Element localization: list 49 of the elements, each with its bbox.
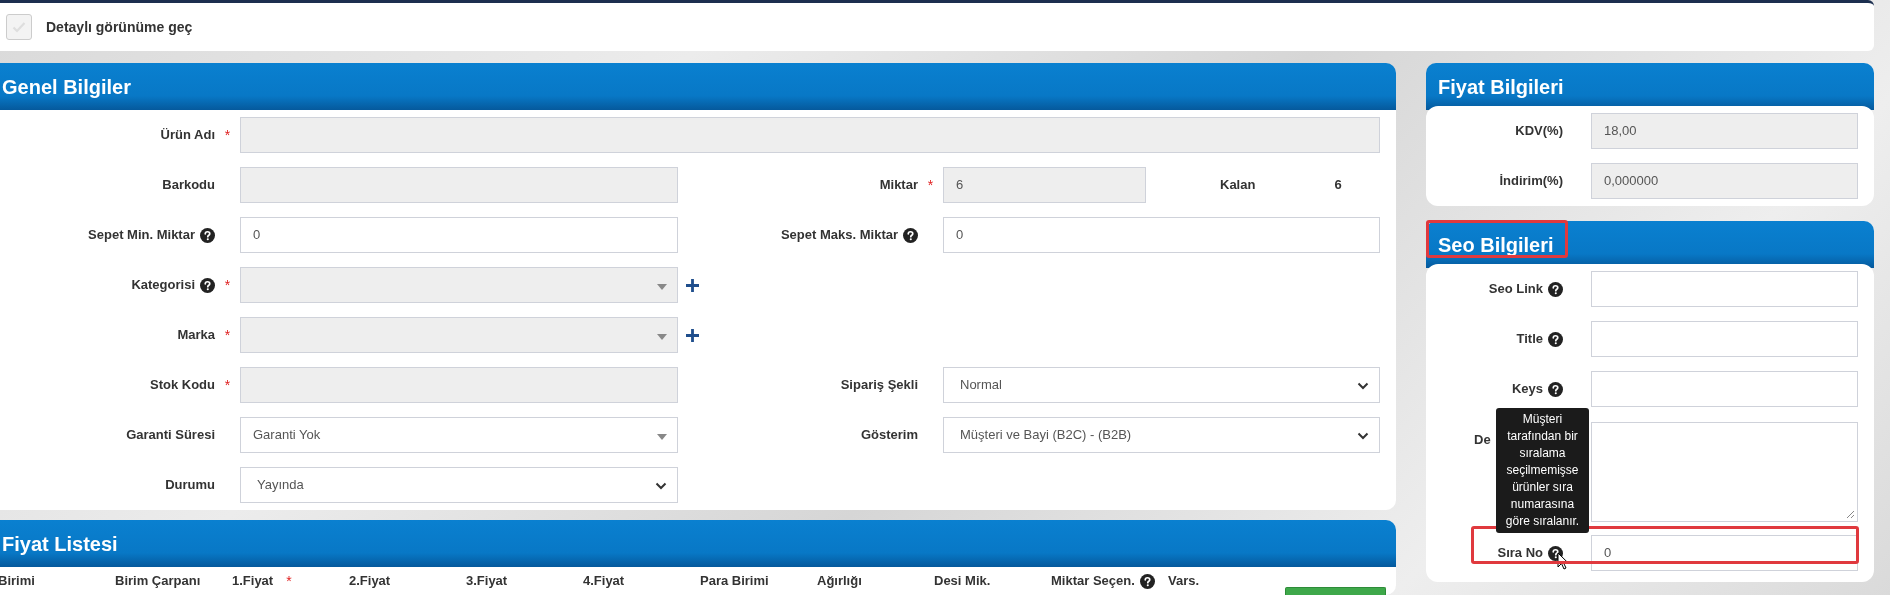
field-label: KDV(%) [1515, 122, 1563, 141]
panel-title: Genel Bilgiler [1, 74, 131, 100]
field-value: 6 [1334, 176, 1342, 195]
dropdown[interactable]: Normal [943, 367, 1380, 403]
required-mark: * [286, 571, 292, 591]
dropdown[interactable]: Müşteri ve Bayi (B2C) - (B2B) [943, 417, 1380, 453]
column-header: Ağırlığı [817, 572, 862, 591]
field-label: Marka [177, 326, 215, 345]
panel-title: Fiyat Listesi [1, 531, 118, 557]
field-label: İndirim(%) [1499, 172, 1563, 191]
column-header: 3.Fiyat [466, 572, 508, 591]
field-label: Sipariş Şekli [840, 376, 918, 395]
column-header: Para Birimi [700, 572, 769, 591]
field-label: Kategorisi [131, 276, 195, 295]
field-label: Kalan [1220, 176, 1256, 195]
column-header: Vars. [1168, 572, 1200, 591]
field-label: Sepet Min. Miktar [88, 226, 195, 245]
field-label: De [1474, 431, 1491, 449]
panel-title: Fiyat Bilgileri [1437, 74, 1564, 100]
column-header: 4.Fiyat [583, 572, 625, 591]
column-header: Birim Çarpanı [115, 572, 201, 591]
column-header: 1.Fiyat [232, 572, 274, 591]
dropdown[interactable]: Garanti Yok [240, 417, 678, 453]
field-label: Sıra No [1497, 544, 1543, 563]
field-label: Stok Kodu [150, 376, 215, 395]
field-label: Garanti Süresi [126, 426, 215, 445]
field-label: Barkodu [162, 176, 215, 195]
required-mark: * [224, 375, 231, 395]
required-mark: * [224, 275, 231, 295]
required-mark: * [927, 175, 934, 195]
tooltip: Müşteri tarafından bir sıralama seçilmemişse ürünler sıra numarasına göre sıralanır. [1496, 408, 1589, 533]
field-label: Miktar [879, 176, 918, 195]
field-label: Seo Link [1488, 280, 1543, 299]
column-header: Desi Mik. [934, 572, 991, 591]
column-header: 2.Fiyat [349, 572, 391, 591]
field-label: Keys [1511, 380, 1543, 399]
column-header: Miktar Seçen. [1051, 572, 1135, 591]
field-label: Durumu [165, 476, 215, 495]
dropdown[interactable]: Yayında [240, 467, 678, 503]
field-label: Title [1516, 330, 1543, 349]
required-mark: * [224, 125, 231, 145]
input-field[interactable]: 0 [943, 217, 1380, 253]
panel-title: Seo Bilgileri [1436, 229, 1554, 260]
input-field[interactable]: 0 [240, 217, 678, 253]
checkbox-label: Detaylı görünüme geç [46, 17, 193, 37]
required-mark: * [224, 325, 231, 345]
field-label: Gösterim [860, 426, 918, 445]
field-label: Ürün Adı [160, 126, 215, 145]
field-label: Sepet Maks. Miktar [780, 226, 898, 245]
